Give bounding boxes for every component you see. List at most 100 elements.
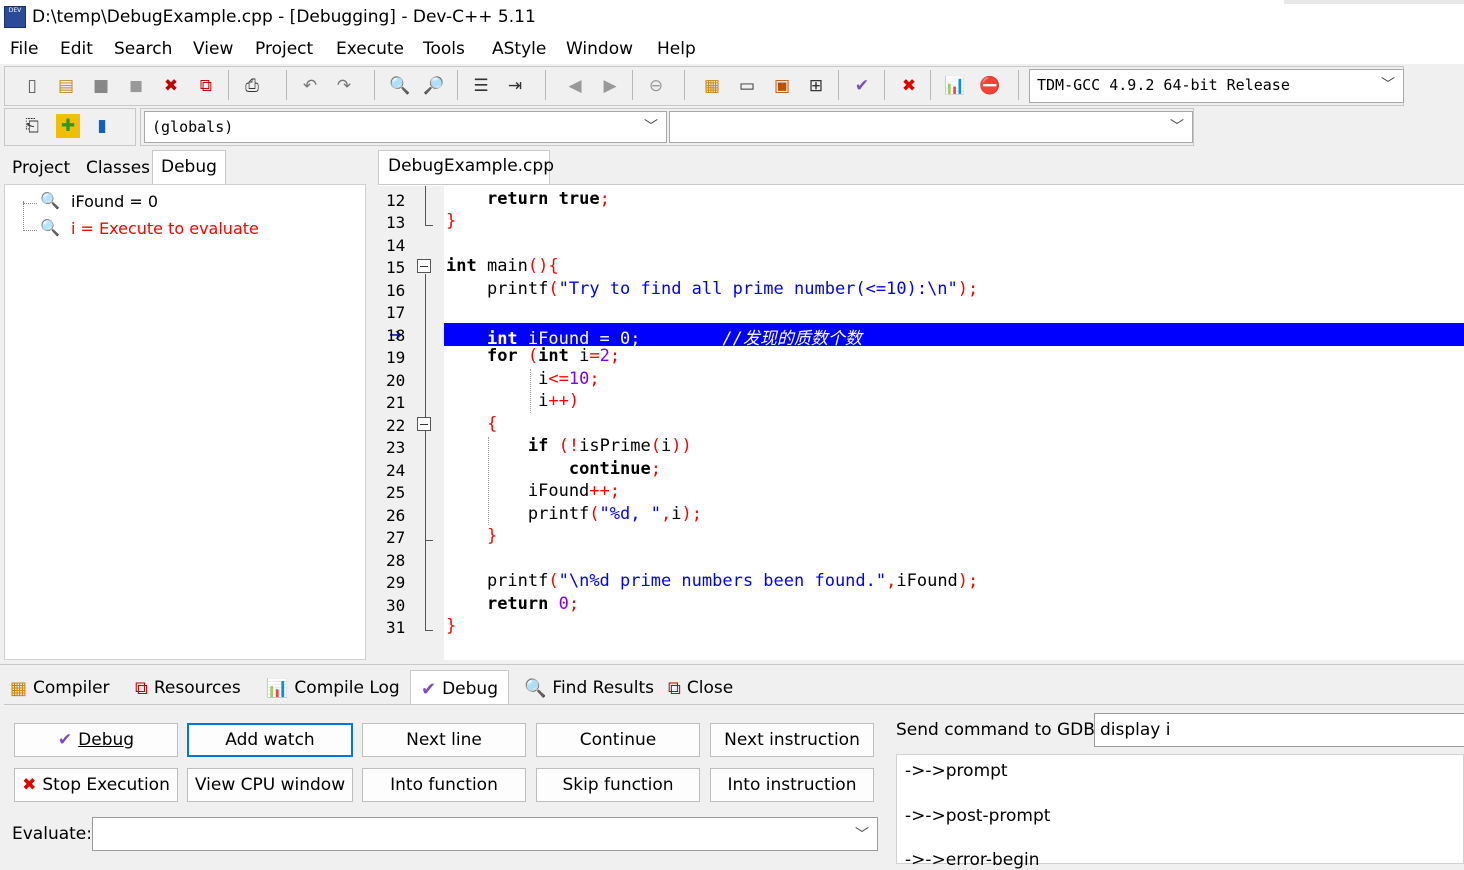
view-cpu-window-button[interactable]: View CPU window [187,768,353,802]
stop-execution-icon[interactable]: ✖ [897,74,921,98]
add-icon[interactable]: ✚ [56,114,80,138]
debug-icon[interactable]: ✔ [850,74,874,98]
open-file-icon[interactable]: ▤ [54,74,78,98]
rebuild-icon[interactable]: ⊞ [804,74,828,98]
menu-search[interactable]: Search [114,39,172,59]
save-icon[interactable]: ■ [89,74,113,98]
menu-tools[interactable]: Tools [423,39,465,59]
into-function-button[interactable]: Into function [362,768,526,802]
menu-execute[interactable]: Execute [336,39,404,59]
code-line: if (!isPrime(i)) [527,436,692,456]
next-line-button[interactable]: Next line [362,723,526,757]
tab-classes[interactable]: Classes [78,152,150,182]
tab-label: Close [686,678,734,698]
compiler-select[interactable]: TDM-GCC 4.9.2 64-bit Release ﹀ [1029,69,1404,103]
print-icon[interactable]: ⎙ [240,74,264,98]
profile-icon[interactable]: 📊 [943,74,967,98]
compile-run-icon[interactable]: ▣ [770,74,794,98]
line-number: 21 [386,393,406,412]
menu-project[interactable]: Project [255,39,313,59]
code-line: printf("Try to find all prime number(<=1… [446,279,979,299]
indent-icon[interactable]: ◀ [563,74,587,98]
code-line: i<=10; [446,369,600,389]
fold-toggle-icon[interactable] [417,259,431,273]
line-number: 17 [386,303,406,322]
code-line: printf("%d, ",i); [446,504,702,524]
fold-toggle-icon[interactable] [417,417,431,431]
scope-select-value: (globals) [152,118,234,136]
line-number: 31 [386,618,406,637]
menu-bar: File Edit Search View Project Execute To… [0,34,1464,64]
window-controls[interactable] [1284,0,1464,4]
menu-help[interactable]: Help [657,39,696,59]
watch-icon: 🔍 [40,193,60,210]
evaluate-input[interactable]: ﹀ [92,817,878,851]
code-line: printf("\n%d prime numbers been found.",… [446,571,979,591]
chevron-down-icon: ﹀ [1170,119,1184,135]
check-icon: ✔ [421,678,437,700]
delete-profile-icon[interactable]: ⛔ [978,74,1002,98]
find-icon[interactable]: 🔍 [388,74,412,98]
compile-icon[interactable]: ▦ [700,74,724,98]
bookmark-toggle-icon[interactable]: ▮ [90,114,114,138]
menu-astyle[interactable]: AStyle [492,39,546,59]
line-number: 29 [386,573,406,592]
line-number: 27 [386,528,406,547]
gdb-output[interactable]: ->->prompt ->->post-prompt ->->error-beg… [896,754,1464,870]
close-all-icon[interactable]: ⧉ [194,74,218,98]
menu-edit[interactable]: Edit [60,39,93,59]
line-number: 23 [386,438,406,457]
watch-item[interactable]: iFound = 0 [71,192,158,211]
stop-execution-button[interactable]: ✖ Stop Execution [14,768,178,802]
redo-icon[interactable]: ↷ [332,74,356,98]
comment-icon[interactable]: ⊖ [644,74,668,98]
new-file-icon[interactable]: ▯ [20,74,44,98]
tab-label: Resources [153,678,241,698]
insert-icon[interactable]: ⎗ [20,114,44,138]
tab-close[interactable]: ⧉ Close [668,672,733,704]
line-number: 12 [386,191,406,210]
scope-select[interactable]: (globals) ﹀ [144,111,667,143]
bookmark-icon[interactable]: ⇥ [503,74,527,98]
gdb-command-input[interactable]: display i [1094,713,1464,747]
goto-line-icon[interactable]: ☰ [469,74,493,98]
tab-debug[interactable]: Debug [152,150,226,184]
unindent-icon[interactable]: ▶ [598,74,622,98]
line-number: 25 [386,483,406,502]
continue-button[interactable]: Continue [536,723,700,757]
skip-function-button[interactable]: Skip function [536,768,700,802]
chevron-down-icon[interactable]: ﹀ [855,824,869,844]
stop-icon: ✖ [22,775,37,795]
code-line: } [446,211,457,231]
into-instruction-button[interactable]: Into instruction [710,768,874,802]
run-icon[interactable]: ▭ [735,74,759,98]
tab-compiler[interactable]: ▦ Compiler [10,672,110,704]
menu-view[interactable]: View [193,39,233,59]
line-number: 13 [386,213,406,232]
replace-icon[interactable]: 🔎 [422,74,446,98]
gdb-command-label: Send command to GDB: [896,720,1101,740]
debug-button[interactable]: ✔ Debug [14,723,178,757]
function-select[interactable]: ﹀ [669,111,1193,143]
next-instruction-button[interactable]: Next instruction [710,723,874,757]
watch-tree: 🔍 iFound = 0 🔍 i = Execute to evaluate [4,184,366,660]
line-number: 28 [386,551,406,570]
line-number: 16 [386,281,406,300]
save-all-icon[interactable]: ◼ [124,74,148,98]
tab-compile-log[interactable]: 📊 Compile Log [266,672,400,704]
line-number: 26 [386,506,406,525]
close-file-icon[interactable]: ✖ [159,74,183,98]
undo-icon[interactable]: ↶ [298,74,322,98]
menu-file[interactable]: File [10,39,38,59]
tab-project[interactable]: Project [4,152,76,182]
debug-button-label: Debug [78,730,135,750]
editor-tab[interactable]: DebugExample.cpp [378,150,554,184]
tab-label: Compile Log [294,678,400,698]
tab-find-results[interactable]: 🔍 Find Results [524,672,654,704]
menu-window[interactable]: Window [566,39,633,59]
compiler-select-value: TDM-GCC 4.9.2 64-bit Release [1037,76,1290,94]
watch-item[interactable]: i = Execute to evaluate [71,219,259,238]
tab-debug-output[interactable]: ✔ Debug [410,670,509,707]
tab-resources[interactable]: ⧉ Resources [135,672,241,704]
add-watch-button[interactable]: Add watch [187,723,353,757]
